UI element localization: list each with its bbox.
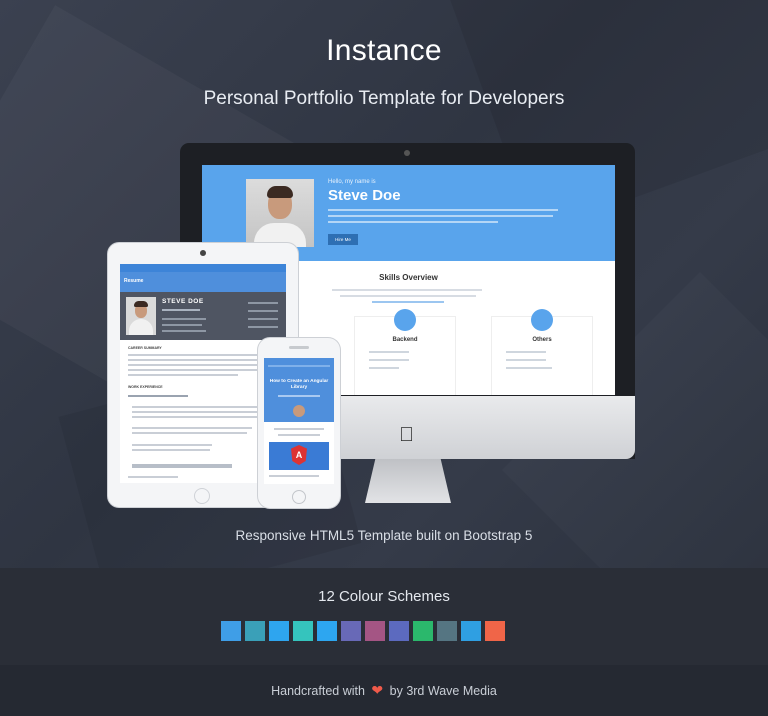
profile-photo — [246, 179, 314, 247]
tools-icon — [531, 309, 553, 331]
footer-suffix: by 3rd Wave Media — [389, 684, 497, 698]
colour-swatch-7[interactable] — [365, 621, 385, 641]
colour-swatch-4[interactable] — [293, 621, 313, 641]
text-line — [328, 215, 553, 217]
tablet-profile: STEVE DOE — [120, 292, 286, 340]
hero-section: Instance Personal Portfolio Template for… — [0, 0, 768, 568]
server-icon — [394, 309, 416, 331]
colour-swatch-10[interactable] — [437, 621, 457, 641]
profile-photo — [126, 297, 156, 335]
colour-swatch-3[interactable] — [269, 621, 289, 641]
phone-post-title: How to Create an Angular Library — [269, 379, 329, 390]
tablet-home-button — [194, 488, 210, 504]
skill-card-others: Others — [492, 309, 592, 395]
colour-swatch-12[interactable] — [485, 621, 505, 641]
author-avatar — [293, 405, 305, 417]
footer: Handcrafted with ❤ by 3rd Wave Media — [0, 665, 768, 716]
tablet-nav-bar — [120, 264, 286, 272]
phone-home-button — [292, 490, 306, 504]
page-title: Instance — [326, 34, 442, 67]
colour-swatch-1[interactable] — [221, 621, 241, 641]
text-line — [328, 209, 558, 211]
colour-swatch-11[interactable] — [461, 621, 481, 641]
section-heading: WORK EXPERIENCE — [128, 385, 163, 389]
colour-swatch-9[interactable] — [413, 621, 433, 641]
desktop-stand — [365, 459, 451, 503]
apple-logo-icon:  — [399, 424, 414, 447]
text-line — [372, 301, 444, 303]
phone-speaker — [289, 346, 309, 349]
screen-greeting: Hello, my name is — [328, 179, 376, 185]
footer-prefix: Handcrafted with — [271, 684, 365, 698]
heart-icon: ❤ — [371, 682, 384, 698]
phone-blog-header: How to Create an Angular Library — [264, 358, 334, 422]
tagline: Responsive HTML5 Template built on Boots… — [235, 528, 533, 543]
colour-swatches — [221, 621, 505, 641]
colour-swatch-2[interactable] — [245, 621, 265, 641]
colour-swatch-6[interactable] — [341, 621, 361, 641]
phone-mockup: How to Create an Angular Library A — [258, 338, 340, 508]
camera-icon — [200, 250, 206, 256]
tablet-header: Resume — [120, 272, 286, 292]
footer-credit: Handcrafted with ❤ by 3rd Wave Media — [0, 682, 768, 699]
angular-banner: A — [269, 442, 329, 470]
text-line — [332, 289, 482, 291]
colour-swatch-8[interactable] — [389, 621, 409, 641]
section-heading: CAREER SUMMARY — [128, 346, 162, 350]
page-subtitle: Personal Portfolio Template for Develope… — [203, 88, 565, 109]
colour-schemes-section: 12 Colour Schemes — [0, 568, 768, 665]
tablet-name: STEVE DOE — [162, 298, 204, 305]
colour-schemes-title: 12 Colour Schemes — [318, 588, 450, 605]
screen-name: Steve Doe — [328, 187, 401, 204]
phone-screen: How to Create an Angular Library A — [264, 358, 334, 484]
text-line — [340, 295, 476, 297]
skill-card-backend: Backend — [355, 309, 455, 395]
angular-logo-icon: A — [291, 445, 307, 465]
camera-icon — [404, 150, 410, 156]
text-line — [328, 221, 498, 223]
hire-me-button: Hire Me — [328, 234, 358, 245]
colour-swatch-5[interactable] — [317, 621, 337, 641]
